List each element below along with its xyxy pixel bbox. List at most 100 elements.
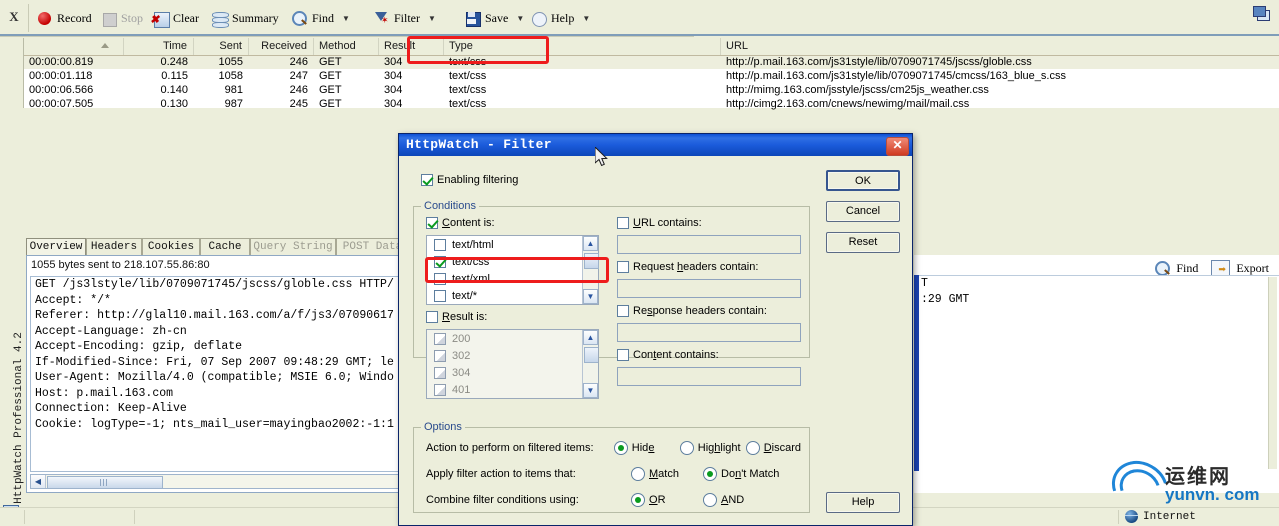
scroll-down-icon[interactable]: ▼ xyxy=(583,289,598,304)
grid-header-time[interactable]: Time xyxy=(124,38,194,55)
url-contains-input[interactable] xyxy=(617,235,801,254)
radio-icon[interactable] xyxy=(631,467,645,481)
url-contains-checkbox[interactable]: URL contains: xyxy=(617,217,702,229)
list-item[interactable]: 304 xyxy=(427,364,598,381)
save-dropdown-arrow[interactable]: ▼ xyxy=(516,14,524,23)
toolbar-clear-button[interactable]: Clear xyxy=(152,8,199,28)
list-item[interactable]: 200 xyxy=(427,330,598,347)
result-is-checkbox[interactable]: Result is: xyxy=(426,311,487,323)
scrollbar-thumb[interactable] xyxy=(584,253,599,269)
grid-header-type[interactable]: Type xyxy=(444,38,721,55)
radio-or[interactable]: OR xyxy=(631,493,703,507)
find-dropdown-arrow[interactable]: ▼ xyxy=(342,14,350,23)
radio-match[interactable]: Match xyxy=(631,467,703,481)
grid-header-started[interactable] xyxy=(24,38,124,55)
result-listbox-scrollbar[interactable]: ▲ ▼ xyxy=(582,330,598,398)
radio-and[interactable]: AND xyxy=(703,493,744,507)
tab-overview[interactable]: Overview xyxy=(26,238,86,255)
tab-query-string[interactable]: Query String xyxy=(250,238,336,255)
response-pane-vertical-scrollbar[interactable] xyxy=(1268,277,1277,469)
checkbox-icon[interactable] xyxy=(617,261,629,273)
enabling-filtering-checkbox[interactable]: Enabling filtering xyxy=(421,174,518,186)
radio-discard[interactable]: Discard xyxy=(745,441,801,455)
content-is-checkbox[interactable]: CContent is:ontent is: xyxy=(426,217,495,229)
scrollbar-thumb[interactable] xyxy=(47,476,163,489)
close-icon[interactable]: ✕ xyxy=(886,137,909,156)
content-contains-input[interactable] xyxy=(617,367,801,386)
checkbox-icon[interactable] xyxy=(434,255,446,268)
radio-icon[interactable] xyxy=(703,467,717,481)
response-headers-contain-input[interactable] xyxy=(617,323,801,342)
radio-icon[interactable] xyxy=(703,493,717,507)
content-listbox-scrollbar[interactable]: ▲ ▼ xyxy=(582,236,599,304)
list-item[interactable]: 302 xyxy=(427,347,598,364)
toolbar-summary-button[interactable]: Summary xyxy=(211,8,279,28)
response-headers-contain-checkbox[interactable]: Response headers contain: xyxy=(617,305,767,317)
checkbox-icon[interactable] xyxy=(426,311,438,323)
dialog-title-bar[interactable]: HttpWatch - Filter xyxy=(399,134,912,156)
toolbar-save-button[interactable]: Save ▼ xyxy=(464,8,524,28)
radio-icon[interactable] xyxy=(631,493,645,507)
scroll-down-icon[interactable]: ▼ xyxy=(583,383,598,398)
radio-icon[interactable] xyxy=(679,441,694,455)
ok-button[interactable]: OK xyxy=(826,170,900,191)
list-item[interactable]: 401 xyxy=(427,381,598,398)
table-row[interactable]: 00:00:01.118 0.115 1058 247 GET 304 text… xyxy=(24,70,1279,83)
checkbox-icon[interactable] xyxy=(434,289,446,302)
help-button[interactable]: Help xyxy=(826,492,900,513)
reset-button[interactable]: Reset xyxy=(826,232,900,253)
request-headers-contain-checkbox[interactable]: Request headers contain: xyxy=(617,261,758,273)
radio-hide[interactable]: Hide xyxy=(613,441,680,455)
content-type-listbox[interactable]: text/html text/css text/xml text/* ▲ ▼ xyxy=(426,235,599,305)
requests-grid[interactable]: Time Sent Received Method Result Type UR… xyxy=(23,38,1279,111)
tab-cache[interactable]: Cache xyxy=(200,238,250,255)
radio-icon[interactable] xyxy=(613,441,628,455)
radio-icon[interactable] xyxy=(745,441,760,455)
list-item[interactable]: text/css xyxy=(427,253,598,270)
checkbox-icon[interactable] xyxy=(617,217,629,229)
result-code-listbox[interactable]: 200 302 304 401 ▲ ▼ xyxy=(426,329,599,399)
grid-header-result[interactable]: Result xyxy=(379,38,444,55)
radio-highlight[interactable]: Highlight xyxy=(679,441,746,455)
filter-dropdown-arrow[interactable]: ▼ xyxy=(428,14,436,23)
scroll-up-icon[interactable]: ▲ xyxy=(583,236,598,251)
tab-headers[interactable]: Headers xyxy=(86,238,142,255)
checkbox-icon[interactable] xyxy=(426,217,438,229)
help-dropdown-arrow[interactable]: ▼ xyxy=(582,14,590,23)
checkbox-icon[interactable] xyxy=(434,366,446,379)
list-item[interactable]: text/xml xyxy=(427,270,598,287)
grid-header-method[interactable]: Method xyxy=(314,38,379,55)
table-row[interactable]: 00:00:07.505 0.130 987 245 GET 304 text/… xyxy=(24,98,1279,111)
request-headers-contain-input[interactable] xyxy=(617,279,801,298)
request-pane-horizontal-scrollbar[interactable]: ◀ xyxy=(30,474,414,489)
table-row[interactable]: 00:00:00.819 0.248 1055 246 GET 304 text… xyxy=(24,56,1279,69)
checkbox-icon[interactable] xyxy=(434,238,446,251)
checkbox-icon[interactable] xyxy=(434,272,446,285)
request-headers-text[interactable]: GET /js3lstyle/lib/0709071745/jscss/glob… xyxy=(30,276,414,472)
checkbox-icon[interactable] xyxy=(434,383,446,396)
checkbox-icon[interactable] xyxy=(617,305,629,317)
grid-header-url[interactable]: URL xyxy=(721,38,1279,55)
toolbar-record-button[interactable]: Record xyxy=(36,8,92,28)
toolbar-filter-button[interactable]: Filter ▼ xyxy=(373,8,436,28)
table-row[interactable]: 00:00:06.566 0.140 981 246 GET 304 text/… xyxy=(24,84,1279,97)
content-contains-checkbox[interactable]: Content contains: xyxy=(617,349,719,361)
response-headers-text[interactable]: T :29 GMT xyxy=(914,275,1279,472)
toolbar-help-button[interactable]: Help ▼ xyxy=(530,8,590,28)
response-pane-left-scrollbar[interactable] xyxy=(914,275,919,471)
scroll-up-icon[interactable]: ▲ xyxy=(583,330,598,345)
scrollbar-thumb[interactable] xyxy=(584,347,598,363)
toolbar-stop-button[interactable]: Stop xyxy=(100,8,143,28)
grid-header-sent[interactable]: Sent xyxy=(194,38,249,55)
scroll-left-icon[interactable]: ◀ xyxy=(31,475,46,488)
checkbox-icon[interactable] xyxy=(434,349,446,362)
grid-header-received[interactable]: Received xyxy=(249,38,314,55)
list-item[interactable]: text/* xyxy=(427,287,598,304)
toolbar-find-button[interactable]: Find ▼ xyxy=(291,8,350,28)
checkbox-icon[interactable] xyxy=(617,349,629,361)
radio-dont-match[interactable]: Don't Match xyxy=(703,467,779,481)
checkbox-icon[interactable] xyxy=(421,174,433,186)
tab-cookies[interactable]: Cookies xyxy=(142,238,200,255)
close-pane-button[interactable]: X xyxy=(6,9,22,25)
restore-window-icon[interactable] xyxy=(1253,6,1271,22)
